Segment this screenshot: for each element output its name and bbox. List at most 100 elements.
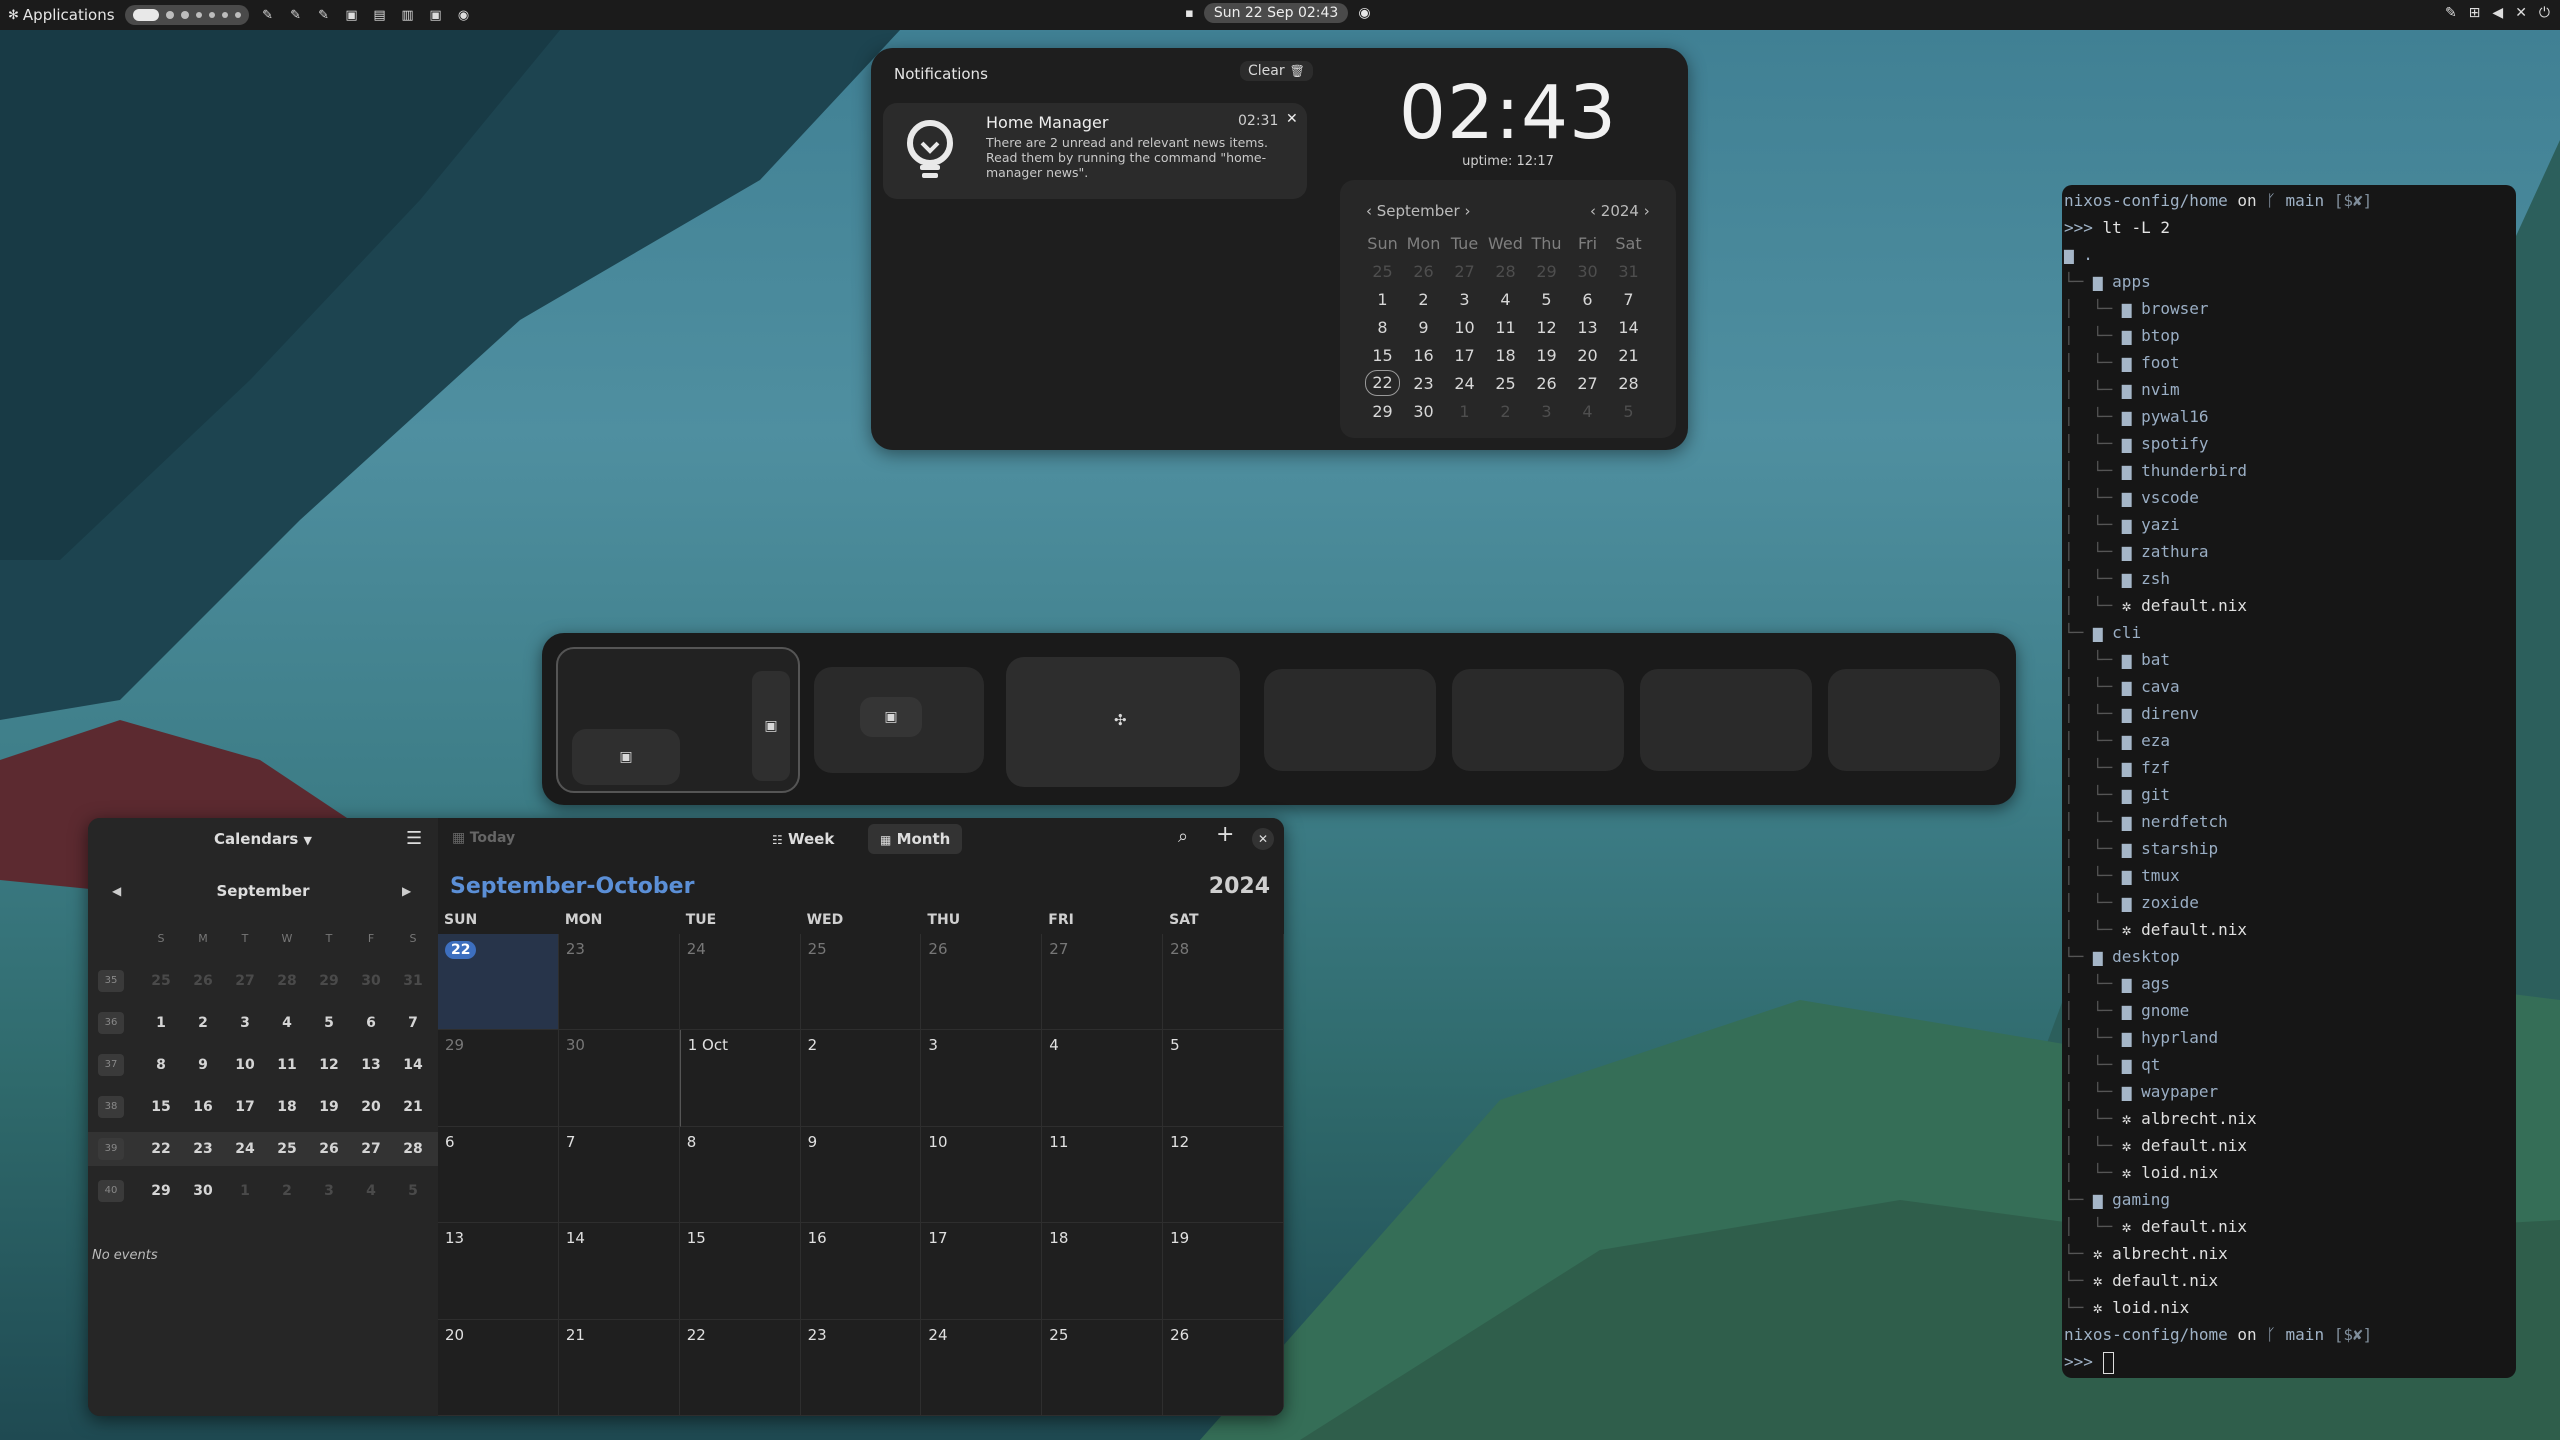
sidebar-day[interactable]: 4 xyxy=(350,1183,392,1199)
workspace-thumbnail-4[interactable] xyxy=(1264,669,1436,771)
day-cell[interactable]: 16 xyxy=(800,1223,922,1320)
sidebar-day[interactable]: 3 xyxy=(308,1183,350,1199)
day-cell[interactable]: 10 xyxy=(921,1126,1043,1224)
sidebar-day[interactable]: 29 xyxy=(308,973,350,989)
mini-day[interactable]: 8 xyxy=(1377,314,1387,342)
mini-day[interactable]: 4 xyxy=(1500,286,1510,314)
mini-day[interactable]: 25 xyxy=(1372,258,1392,286)
mini-day[interactable]: 5 xyxy=(1623,398,1633,426)
day-cell[interactable]: 1 Oct xyxy=(679,1030,801,1127)
sidebar-day[interactable]: 24 xyxy=(224,1141,266,1157)
workspace-dot[interactable] xyxy=(221,12,228,18)
workspace-dot[interactable] xyxy=(208,12,215,18)
mini-day[interactable]: 1 xyxy=(1459,398,1469,426)
notification-close-button[interactable]: ✕ xyxy=(1286,111,1298,127)
sidebar-day[interactable]: 9 xyxy=(182,1057,224,1073)
window-icon[interactable]: ▣ xyxy=(427,6,445,24)
mini-day[interactable]: 2 xyxy=(1418,286,1428,314)
workspace-thumbnail-5[interactable] xyxy=(1452,669,1624,771)
day-cell[interactable]: 17 xyxy=(921,1223,1043,1320)
mini-day[interactable]: 19 xyxy=(1536,342,1556,370)
notification-bell-icon[interactable]: ▪ xyxy=(1185,6,1194,21)
day-cell[interactable]: 7 xyxy=(558,1126,680,1224)
sidebar-day[interactable]: 19 xyxy=(308,1099,350,1115)
day-cell[interactable]: 12 xyxy=(1163,1126,1284,1224)
sidebar-day[interactable]: 6 xyxy=(350,1015,392,1031)
sidebar-day[interactable]: 7 xyxy=(392,1015,434,1031)
mini-day[interactable]: 22 xyxy=(1365,370,1400,396)
sidebar-day[interactable]: 12 xyxy=(308,1057,350,1073)
applications-button[interactable]: Applications xyxy=(23,6,115,24)
sidebar-day[interactable]: 5 xyxy=(308,1015,350,1031)
workspace-indicator[interactable] xyxy=(124,5,249,25)
day-cell[interactable]: 3 xyxy=(921,1030,1043,1127)
mini-day[interactable]: 27 xyxy=(1454,258,1474,286)
mini-day[interactable]: 29 xyxy=(1536,258,1556,286)
mini-day[interactable]: 2 xyxy=(1500,398,1510,426)
sidebar-day[interactable]: 26 xyxy=(308,1141,350,1157)
sidebar-day[interactable]: 3 xyxy=(224,1015,266,1031)
active-workspace[interactable] xyxy=(132,9,159,21)
sidebar-day[interactable]: 10 xyxy=(224,1057,266,1073)
mini-day[interactable]: 12 xyxy=(1536,314,1556,342)
sidebar-day[interactable]: 20 xyxy=(350,1099,392,1115)
window-thumbnail[interactable]: ▣ xyxy=(860,697,922,737)
day-cell[interactable]: 11 xyxy=(1042,1126,1164,1224)
sidebar-day[interactable]: 1 xyxy=(140,1015,182,1031)
mini-day[interactable]: 21 xyxy=(1618,342,1638,370)
workspace-thumbnail-6[interactable] xyxy=(1640,669,1812,771)
power-app-icon[interactable]: ◉ xyxy=(455,6,473,24)
calendars-dropdown[interactable]: Calendars ▼ xyxy=(214,830,312,848)
month-selector[interactable]: ‹ September › xyxy=(1366,202,1470,220)
mini-day[interactable]: 5 xyxy=(1541,286,1551,314)
sidebar-day[interactable]: 16 xyxy=(182,1099,224,1115)
mini-day[interactable]: 26 xyxy=(1413,258,1433,286)
year-selector[interactable]: ‹ 2024 › xyxy=(1590,202,1650,220)
workspace-dot[interactable] xyxy=(234,12,241,18)
sidebar-day[interactable]: 2 xyxy=(182,1015,224,1031)
sidebar-day[interactable]: 31 xyxy=(392,973,434,989)
sidebar-day[interactable]: 23 xyxy=(182,1141,224,1157)
day-cell[interactable]: 24 xyxy=(921,1319,1043,1416)
mini-day[interactable]: 10 xyxy=(1454,314,1474,342)
mini-day[interactable]: 15 xyxy=(1372,342,1392,370)
sidebar-day[interactable]: 11 xyxy=(266,1057,308,1073)
chevron-right-icon[interactable]: › xyxy=(1644,202,1650,220)
window-icon[interactable]: ▤ xyxy=(371,6,389,24)
sidebar-day[interactable]: 25 xyxy=(266,1141,308,1157)
sidebar-day[interactable]: 18 xyxy=(266,1099,308,1115)
mini-day[interactable]: 27 xyxy=(1577,370,1597,398)
sidebar-day[interactable]: 8 xyxy=(140,1057,182,1073)
workspace-dot[interactable] xyxy=(165,11,174,19)
day-cell[interactable]: 6 xyxy=(438,1126,559,1224)
sidebar-day[interactable]: 27 xyxy=(350,1141,392,1157)
day-cell[interactable]: 27 xyxy=(1042,934,1164,1031)
day-cell[interactable]: 2 xyxy=(800,1030,922,1127)
mini-day[interactable]: 7 xyxy=(1623,286,1633,314)
apps-icon[interactable]: ✻ xyxy=(8,8,19,23)
workspace-dot[interactable] xyxy=(180,11,189,19)
window-thumbnail[interactable]: ▣ xyxy=(752,671,790,781)
mini-day[interactable]: 24 xyxy=(1454,370,1474,398)
day-cell[interactable]: 26 xyxy=(1163,1319,1284,1416)
pen-icon[interactable]: ✎ xyxy=(259,6,277,24)
mini-day[interactable]: 6 xyxy=(1582,286,1592,314)
sidebar-day[interactable]: 15 xyxy=(140,1099,182,1115)
day-cell[interactable]: 20 xyxy=(438,1319,559,1416)
sidebar-day[interactable]: 2 xyxy=(266,1183,308,1199)
day-cell[interactable]: 18 xyxy=(1042,1223,1164,1320)
media-icon[interactable]: ◉ xyxy=(1358,5,1370,21)
mini-day[interactable]: 30 xyxy=(1413,398,1433,426)
day-cell[interactable]: 19 xyxy=(1163,1223,1284,1320)
sidebar-day[interactable]: 28 xyxy=(266,973,308,989)
sidebar-day[interactable]: 14 xyxy=(392,1057,434,1073)
workspace-thumbnail-2[interactable]: ▣ xyxy=(814,667,984,773)
sidebar-day[interactable]: 28 xyxy=(392,1141,434,1157)
sidebar-day[interactable]: 30 xyxy=(182,1183,224,1199)
mini-day[interactable]: 26 xyxy=(1536,370,1556,398)
mini-day[interactable]: 11 xyxy=(1495,314,1515,342)
mini-day[interactable]: 29 xyxy=(1372,398,1392,426)
sidebar-day[interactable]: 21 xyxy=(392,1099,434,1115)
month-view-button[interactable]: ▦ Month xyxy=(868,824,963,854)
mini-day[interactable]: 13 xyxy=(1577,314,1597,342)
